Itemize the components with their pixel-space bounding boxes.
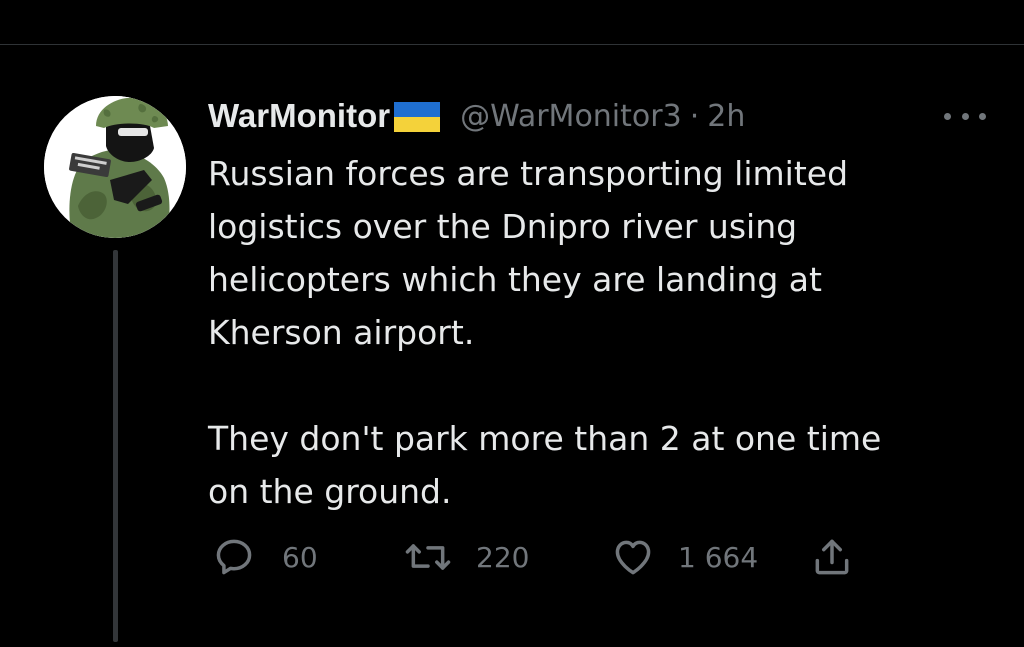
ukraine-flag-icon — [394, 102, 441, 132]
tweet-text: Russian forces are transporting limited … — [208, 147, 998, 518]
retweet-button[interactable]: 220 — [404, 532, 529, 582]
tweet-text-line: logistics over the Dnipro river using — [208, 207, 798, 246]
like-count: 1 664 — [678, 540, 759, 574]
tweet-text-line: on the ground. — [208, 472, 452, 511]
top-divider — [0, 44, 1024, 45]
reply-button[interactable]: 60 — [212, 532, 318, 582]
tweet-text-line: helicopters which they are landing at — [208, 260, 822, 299]
more-icon[interactable] — [944, 104, 986, 128]
avatar[interactable] — [44, 96, 186, 238]
tweet-header: WarMonitor @WarMonitor3 · 2h — [208, 94, 745, 138]
retweet-icon — [405, 544, 451, 570]
action-bar: 60 220 1 664 — [208, 532, 908, 582]
user-handle[interactable]: @WarMonitor3 — [460, 99, 682, 134]
retweet-count: 220 — [476, 540, 530, 574]
reply-icon — [216, 539, 252, 575]
display-name[interactable]: WarMonitor — [208, 97, 390, 135]
separator-dot: · — [689, 98, 700, 134]
heart-icon — [615, 540, 651, 575]
reply-count: 60 — [282, 540, 318, 574]
tweet-text-line: They don't park more than 2 at one time — [208, 419, 882, 458]
timestamp[interactable]: 2h — [707, 99, 745, 134]
share-icon — [815, 539, 849, 575]
thread-line — [113, 250, 118, 642]
tweet-text-line: Kherson airport. — [208, 313, 475, 352]
avatar-image — [44, 96, 186, 238]
share-button[interactable] — [810, 532, 854, 582]
tweet-text-line: Russian forces are transporting limited — [208, 154, 849, 193]
like-button[interactable]: 1 664 — [610, 532, 758, 582]
